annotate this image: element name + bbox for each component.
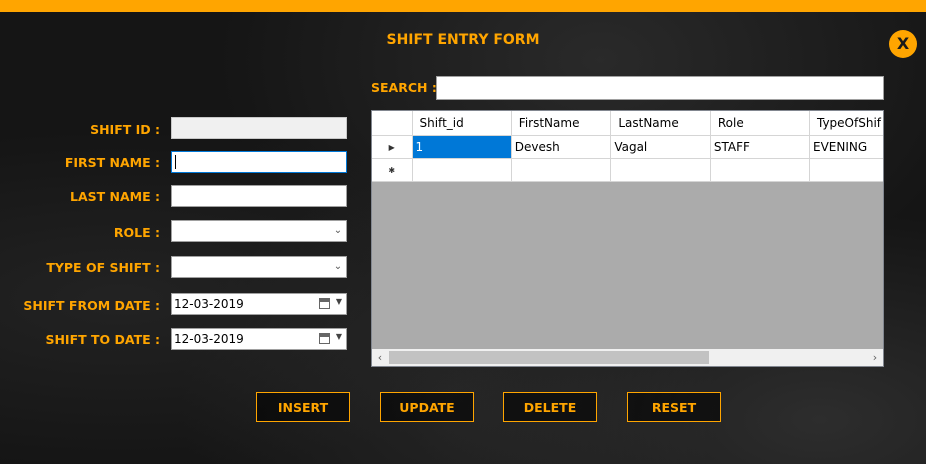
calendar-icon[interactable]: [319, 333, 330, 344]
cell-first-name[interactable]: Devesh: [511, 135, 612, 159]
role-combobox[interactable]: ⌄: [171, 220, 347, 242]
first-name-field[interactable]: [171, 151, 347, 173]
title-bar: [0, 0, 926, 12]
type-of-shift-combobox[interactable]: ⌄: [171, 256, 347, 278]
role-label: ROLE :: [113, 225, 160, 240]
table-row[interactable]: ▶ 1 Devesh Vagal STAFF EVENING: [372, 135, 883, 159]
grid-header-row: Shift_id FirstName LastName Role TypeOfS…: [372, 111, 883, 136]
delete-button[interactable]: DELETE: [503, 392, 597, 422]
column-header-shift-id[interactable]: Shift_id: [412, 111, 512, 136]
cell-last-name[interactable]: Vagal: [610, 135, 711, 159]
new-cell-first-name[interactable]: [511, 158, 612, 182]
column-header-first-name[interactable]: FirstName: [511, 111, 612, 136]
text-caret: [175, 155, 176, 169]
cell-type-of-shift[interactable]: EVENING: [809, 135, 883, 159]
search-input[interactable]: [436, 76, 884, 100]
dropdown-arrow-icon[interactable]: ▼: [336, 297, 342, 306]
grid-table: Shift_id FirstName LastName Role TypeOfS…: [372, 111, 883, 182]
chevron-down-icon[interactable]: ⌄: [333, 224, 343, 238]
new-row-indicator-icon[interactable]: ✱: [372, 158, 413, 182]
shift-to-date-value: 12-03-2019: [174, 332, 244, 346]
scrollbar-thumb[interactable]: [389, 351, 709, 364]
current-row-indicator-icon[interactable]: ▶: [372, 135, 413, 159]
column-header-role[interactable]: Role: [710, 111, 810, 136]
type-of-shift-label: TYPE OF SHIFT :: [46, 260, 160, 275]
cell-shift-id[interactable]: 1: [412, 135, 512, 159]
scroll-left-icon[interactable]: ‹: [372, 350, 388, 365]
new-cell-last-name[interactable]: [610, 158, 711, 182]
update-button[interactable]: UPDATE: [380, 392, 474, 422]
shift-data-grid[interactable]: Shift_id FirstName LastName Role TypeOfS…: [371, 110, 884, 367]
chevron-down-icon[interactable]: ⌄: [333, 260, 343, 274]
last-name-label: LAST NAME :: [70, 189, 160, 204]
shift-id-label: SHIFT ID :: [90, 122, 160, 137]
row-header-corner: [372, 111, 413, 136]
new-cell-role[interactable]: [710, 158, 810, 182]
column-header-last-name[interactable]: LastName: [610, 111, 711, 136]
new-cell-shift-id[interactable]: [412, 158, 512, 182]
new-cell-type-of-shift[interactable]: [809, 158, 883, 182]
first-name-label: FIRST NAME :: [64, 155, 160, 170]
shift-to-date-picker[interactable]: 12-03-2019 ▼: [171, 328, 347, 350]
shift-from-date-picker[interactable]: 12-03-2019 ▼: [171, 293, 347, 315]
last-name-field[interactable]: [171, 185, 347, 207]
shift-from-date-label: SHIFT FROM DATE :: [23, 298, 160, 313]
shift-to-date-label: SHIFT TO DATE :: [45, 332, 160, 347]
close-button[interactable]: X: [889, 30, 917, 58]
cell-role[interactable]: STAFF: [710, 135, 810, 159]
dropdown-arrow-icon[interactable]: ▼: [336, 332, 342, 341]
new-row[interactable]: ✱: [372, 158, 883, 182]
insert-button[interactable]: INSERT: [256, 392, 350, 422]
reset-button[interactable]: RESET: [627, 392, 721, 422]
search-label: SEARCH :: [371, 80, 437, 95]
scroll-right-icon[interactable]: ›: [867, 350, 883, 365]
shift-from-date-value: 12-03-2019: [174, 297, 244, 311]
calendar-icon[interactable]: [319, 298, 330, 309]
shift-id-field[interactable]: [171, 117, 347, 139]
column-header-type-of-shift[interactable]: TypeOfShif: [809, 111, 883, 136]
close-icon: X: [896, 34, 910, 53]
form-title: SHIFT ENTRY FORM: [386, 32, 540, 48]
horizontal-scrollbar[interactable]: ‹ ›: [372, 349, 883, 366]
